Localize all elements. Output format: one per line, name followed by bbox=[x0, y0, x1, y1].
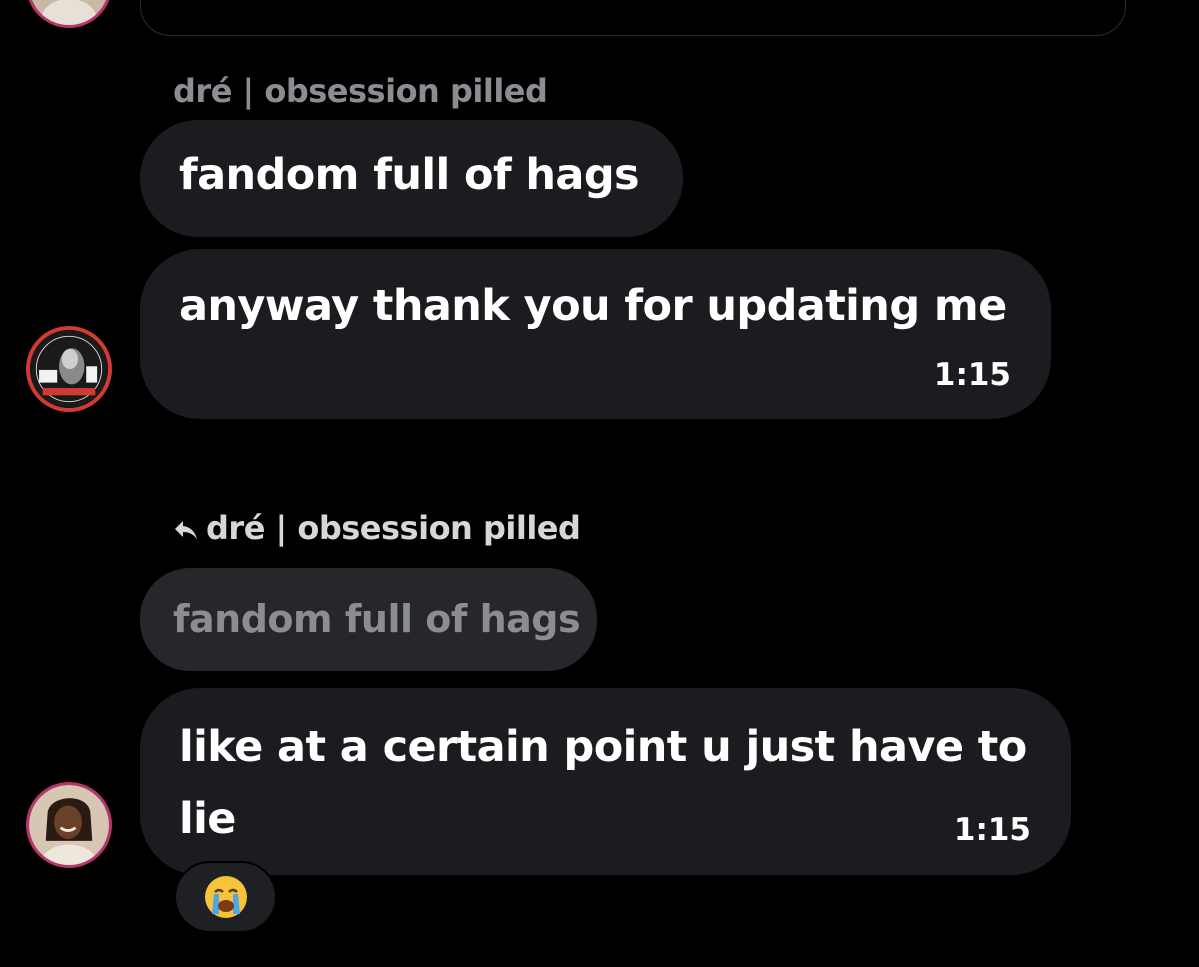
message-timestamp: 1:15 bbox=[953, 812, 1031, 848]
reaction-badge[interactable] bbox=[174, 861, 277, 933]
message-text-line-2: lie bbox=[179, 794, 236, 844]
message-text-line-1: like at a certain point u just have to bbox=[179, 722, 1027, 772]
quoted-message-text: fandom full of hags bbox=[173, 597, 581, 641]
previous-message-bubble[interactable] bbox=[140, 0, 1126, 36]
message-text: anyway thank you for updating me bbox=[179, 281, 1007, 331]
avatar[interactable] bbox=[26, 782, 112, 868]
message-text: fandom full of hags bbox=[179, 150, 640, 200]
profile-avatar-icon bbox=[29, 785, 109, 865]
avatar-top-partial[interactable] bbox=[26, 0, 112, 28]
quoted-message[interactable]: fandom full of hags bbox=[140, 568, 597, 671]
message-bubble[interactable]: fandom full of hags bbox=[140, 120, 683, 237]
message-bubble[interactable]: like at a certain point u just have to l… bbox=[140, 688, 1071, 875]
sender-name: dré | obsession pilled bbox=[173, 72, 548, 110]
profile-avatar-icon bbox=[30, 330, 108, 408]
profile-avatar-icon bbox=[29, 0, 109, 25]
message-timestamp: 1:15 bbox=[933, 357, 1011, 393]
reply-arrow-icon bbox=[175, 521, 197, 539]
reply-sender-name: dré | obsession pilled bbox=[206, 509, 581, 547]
loudly-crying-face-icon bbox=[204, 876, 247, 918]
avatar[interactable] bbox=[26, 326, 112, 412]
message-bubble[interactable]: anyway thank you for updating me 1:15 bbox=[140, 249, 1051, 419]
